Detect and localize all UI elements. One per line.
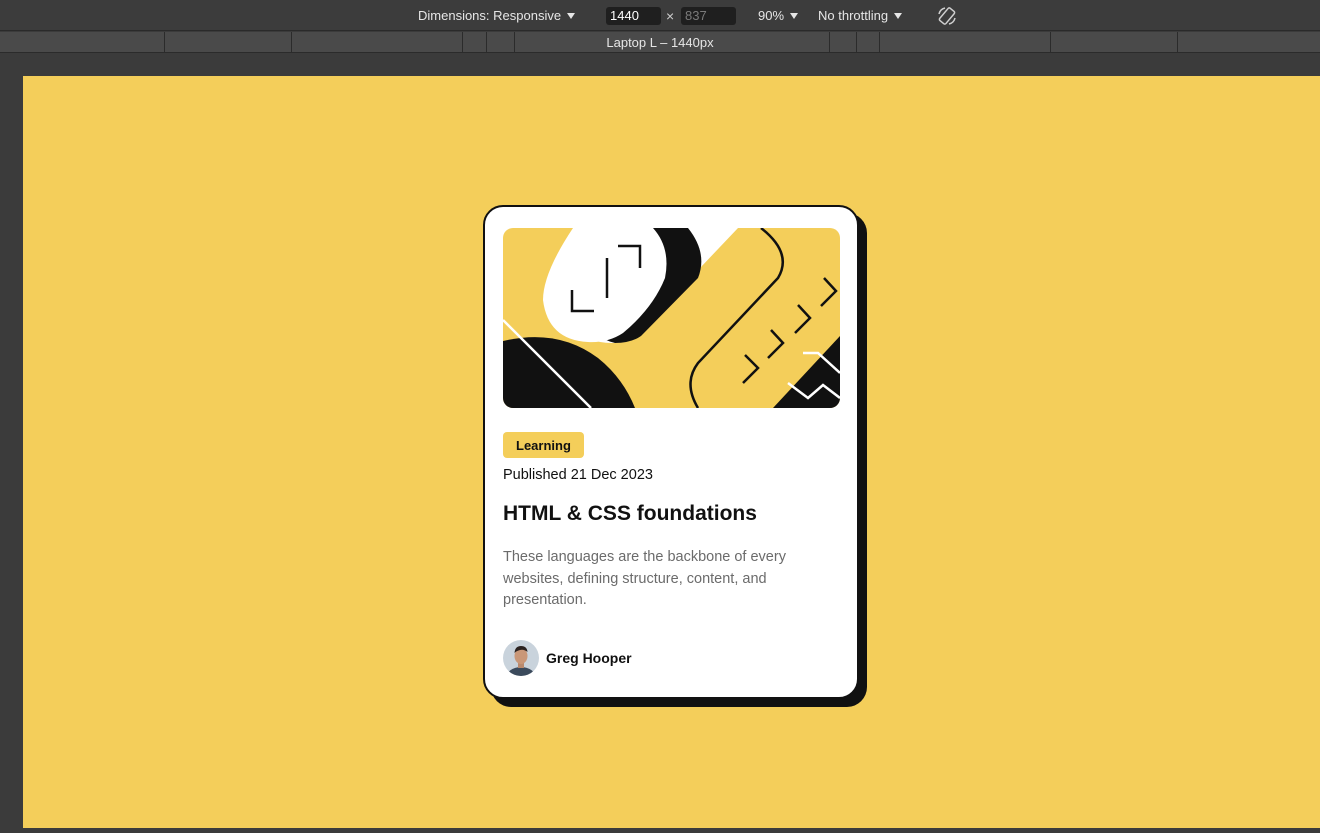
throttling-dropdown[interactable]: No throttling: [818, 0, 903, 31]
device-toolbar: Dimensions: Responsive × 90% No throttli…: [0, 0, 1320, 31]
blog-preview-card: Learning Published 21 Dec 2023 HTML & CS…: [483, 205, 859, 699]
chevron-down-icon: [567, 13, 576, 19]
zoom-dropdown[interactable]: 90%: [758, 0, 799, 31]
rotate-icon[interactable]: [936, 5, 958, 27]
published-date: Published 21 Dec 2023: [503, 467, 653, 483]
media-query-ruler: Laptop L – 1440px: [0, 32, 1320, 53]
chevron-down-icon: [894, 13, 903, 19]
author-name: Greg Hooper: [546, 650, 632, 666]
times-separator: ×: [666, 7, 675, 24]
card-title[interactable]: HTML & CSS foundations: [503, 502, 757, 526]
dimensions-label: Dimensions: Responsive: [418, 8, 562, 23]
avatar: [503, 640, 539, 676]
breakpoint-label: Laptop L – 1440px: [606, 34, 714, 50]
chevron-down-icon: [790, 13, 799, 19]
dimensions-dropdown[interactable]: Dimensions: Responsive: [418, 0, 576, 31]
author: Greg Hooper: [503, 640, 632, 676]
card-description: These languages are the backbone of ever…: [503, 549, 786, 608]
category-badge: Learning: [503, 432, 584, 458]
zoom-label: 90%: [758, 8, 785, 23]
width-input[interactable]: [606, 7, 661, 25]
card-illustration: [503, 228, 840, 408]
throttling-label: No throttling: [818, 8, 889, 23]
page-viewport: Learning Published 21 Dec 2023 HTML & CS…: [23, 76, 1320, 828]
height-input[interactable]: [681, 7, 736, 25]
